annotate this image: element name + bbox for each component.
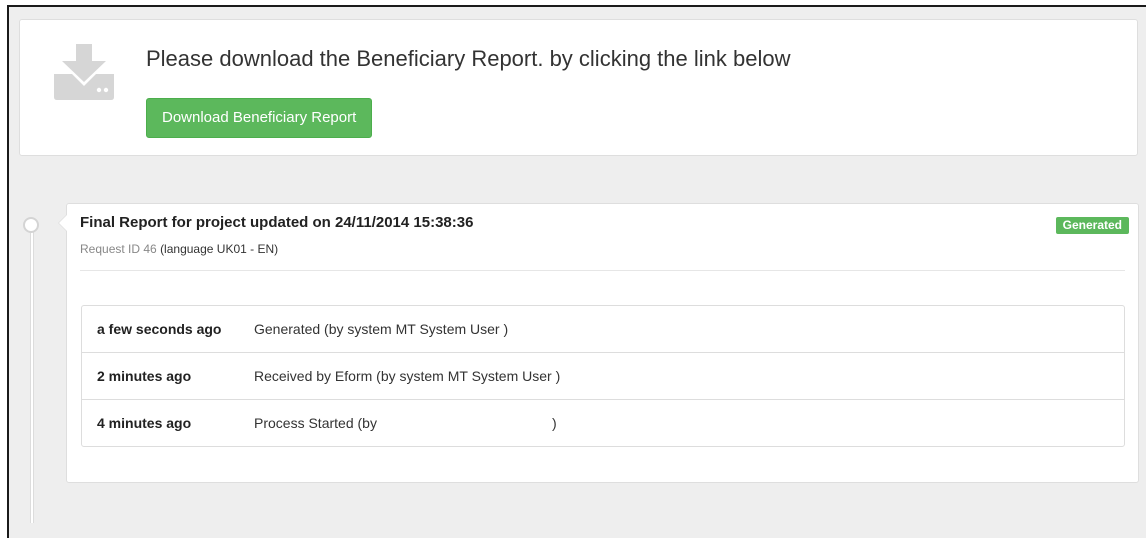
history-description: Generated (by system MT System User ): [254, 321, 509, 337]
status-badge: Generated: [1055, 217, 1129, 234]
report-language: (language UK01 - EN): [160, 242, 279, 256]
timeline-line: [30, 223, 34, 523]
history-description: Received by Eform (by system MT System U…: [254, 368, 561, 384]
table-row: 4 minutes ago Process Started (by ): [82, 399, 1124, 446]
history-table: a few seconds ago Generated (by system M…: [81, 305, 1125, 447]
report-card: Final Report for project updated on 24/1…: [58, 203, 1139, 483]
table-row: a few seconds ago Generated (by system M…: [82, 306, 1124, 352]
table-row: 2 minutes ago Received by Eform (by syst…: [82, 352, 1124, 399]
request-id: Request ID 46: [80, 242, 157, 256]
download-tray-icon: [54, 44, 114, 100]
history-description: Process Started (by ): [254, 415, 557, 431]
history-time: a few seconds ago: [97, 321, 222, 337]
history-time: 4 minutes ago: [97, 415, 192, 431]
timeline-dot: [23, 217, 39, 233]
history-time: 2 minutes ago: [97, 368, 192, 384]
report-title: Final Report for project updated on 24/1…: [80, 214, 474, 231]
download-title: Please download the Beneficiary Report. …: [146, 46, 791, 71]
download-report-button[interactable]: Download Beneficiary Report: [146, 98, 373, 138]
card-divider: [80, 270, 1125, 271]
page-frame: Please download the Beneficiary Report. …: [7, 5, 1146, 538]
download-panel: Please download the Beneficiary Report. …: [19, 19, 1138, 156]
report-subtitle: Request ID 46 (language UK01 - EN): [80, 242, 278, 256]
